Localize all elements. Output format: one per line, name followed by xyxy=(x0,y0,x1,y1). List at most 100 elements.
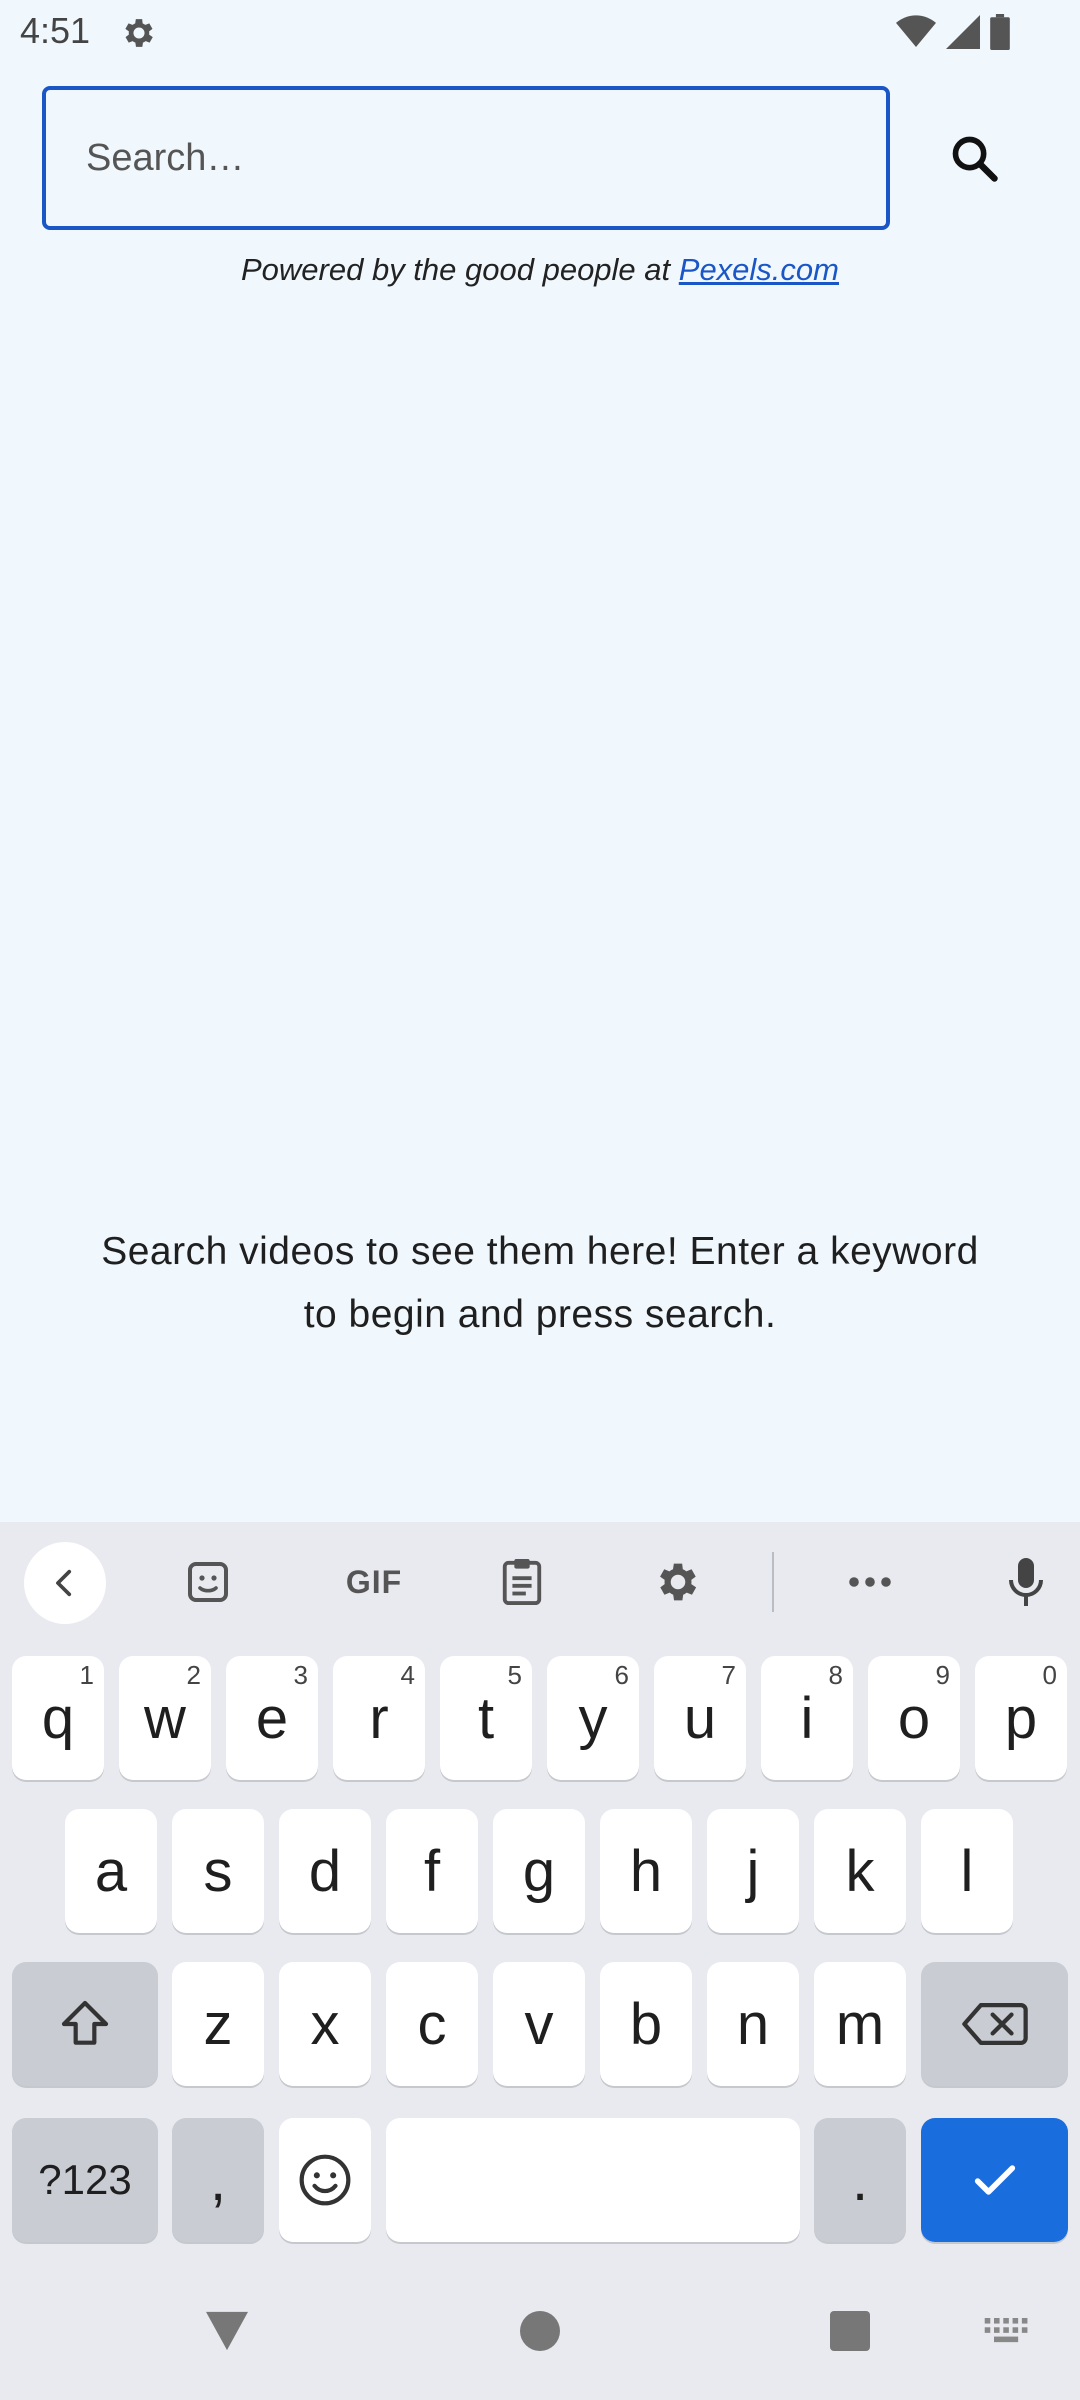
keyboard-back-button[interactable] xyxy=(24,1542,106,1624)
key-s[interactable]: s xyxy=(172,1809,264,1933)
key-label: r xyxy=(369,1685,389,1751)
mic-icon xyxy=(1009,1558,1043,1606)
emoji-icon xyxy=(299,2154,351,2206)
sticker-button[interactable] xyxy=(168,1542,248,1622)
key-label: s xyxy=(203,1838,233,1904)
key-j[interactable]: j xyxy=(707,1809,799,1933)
clipboard-button[interactable] xyxy=(482,1542,562,1622)
enter-key[interactable] xyxy=(921,2118,1068,2242)
key-label: z xyxy=(203,1991,233,2057)
emoji-key[interactable] xyxy=(279,2118,371,2242)
key-hint: 8 xyxy=(828,1660,843,1690)
key-label: m xyxy=(835,1991,885,2057)
key-n[interactable]: n xyxy=(707,1962,799,2086)
key-label: v xyxy=(524,1991,554,2057)
key-label: q xyxy=(41,1685,75,1751)
key-q[interactable]: q1 xyxy=(12,1656,104,1780)
search-icon xyxy=(952,136,998,182)
keyboard-switch-icon[interactable] xyxy=(984,2318,1030,2344)
key-c[interactable]: c xyxy=(386,1962,478,2086)
keyboard-settings-button[interactable] xyxy=(638,1542,718,1622)
key-label: ?123 xyxy=(38,2156,132,2203)
status-time: 4:51 xyxy=(20,10,91,51)
key-b[interactable]: b xyxy=(600,1962,692,2086)
key-label: t xyxy=(477,1685,495,1751)
empty-state-line-1: Search videos to see them here! Enter a … xyxy=(101,1230,979,1273)
key-h[interactable]: h xyxy=(600,1809,692,1933)
key-label: h xyxy=(629,1838,663,1904)
key-d[interactable]: d xyxy=(279,1809,371,1933)
key-x[interactable]: x xyxy=(279,1962,371,2086)
key-hint: 9 xyxy=(935,1660,950,1690)
keyboard-toolbar: GIF xyxy=(0,1522,1080,1638)
key-y[interactable]: y6 xyxy=(547,1656,639,1780)
chevron-left-icon xyxy=(56,1569,72,1597)
key-i[interactable]: i8 xyxy=(761,1656,853,1780)
backspace-icon xyxy=(961,2003,1028,2045)
key-hint: 7 xyxy=(721,1660,736,1690)
key-a[interactable]: a xyxy=(65,1809,157,1933)
key-label: e xyxy=(255,1685,289,1751)
key-p[interactable]: p0 xyxy=(975,1656,1067,1780)
navigation-bar xyxy=(0,2270,1080,2400)
key-label: w xyxy=(144,1685,186,1751)
key-o[interactable]: o9 xyxy=(868,1656,960,1780)
symbols-key[interactable]: ?123 xyxy=(12,2118,158,2242)
gif-button[interactable]: GIF xyxy=(324,1542,424,1622)
key-label: j xyxy=(746,1838,760,1904)
key-label: , xyxy=(209,2147,227,2213)
toolbar-divider xyxy=(772,1552,774,1612)
clipboard-icon xyxy=(502,1559,542,1605)
key-label: g xyxy=(522,1838,556,1904)
key-f[interactable]: f xyxy=(386,1809,478,1933)
wifi-icon xyxy=(896,15,936,48)
key-label: l xyxy=(960,1838,974,1904)
key-u[interactable]: u7 xyxy=(654,1656,746,1780)
key-m[interactable]: m xyxy=(814,1962,906,2086)
key-label: a xyxy=(94,1838,128,1904)
search-button[interactable] xyxy=(940,124,1010,194)
key-label: x xyxy=(310,1991,340,2057)
key-k[interactable]: k xyxy=(814,1809,906,1933)
attribution-prefix: Powered by the good people at xyxy=(240,252,679,287)
key-z[interactable]: z xyxy=(172,1962,264,2086)
search-field[interactable] xyxy=(42,86,890,230)
backspace-key[interactable] xyxy=(921,1962,1068,2086)
back-triangle-icon[interactable] xyxy=(204,2310,250,2352)
soft-keyboard: GIF q 1 w 2 e 3 r 4 t 5 y 6 u 7 i 8 o 9 … xyxy=(0,1522,1080,2400)
shift-key[interactable] xyxy=(12,1962,158,2086)
gif-label: GIF xyxy=(345,1563,403,1600)
more-button[interactable] xyxy=(830,1542,910,1622)
comma-key[interactable]: , xyxy=(172,2118,264,2242)
check-icon xyxy=(974,2165,1015,2195)
key-label: c xyxy=(417,1991,447,2057)
key-label: k xyxy=(845,1838,875,1904)
key-hint: 5 xyxy=(507,1660,522,1690)
key-g[interactable]: g xyxy=(493,1809,585,1933)
battery-icon xyxy=(990,14,1010,50)
key-v[interactable]: v xyxy=(493,1962,585,2086)
space-key[interactable] xyxy=(386,2118,800,2242)
key-label: . xyxy=(851,2147,869,2213)
key-label: i xyxy=(800,1685,814,1751)
key-label: f xyxy=(423,1838,441,1904)
pexels-link[interactable]: Pexels.com xyxy=(679,252,839,287)
key-t[interactable]: t5 xyxy=(440,1656,532,1780)
key-label: p xyxy=(1004,1685,1038,1751)
key-w[interactable]: w2 xyxy=(119,1656,211,1780)
key-label: b xyxy=(629,1991,663,2057)
key-hint: 1 xyxy=(79,1660,94,1690)
key-hint: 0 xyxy=(1042,1660,1057,1690)
search-input[interactable] xyxy=(86,136,866,180)
period-key[interactable]: . xyxy=(814,2118,906,2242)
recents-square-icon[interactable] xyxy=(830,2311,870,2351)
key-r[interactable]: r4 xyxy=(333,1656,425,1780)
attribution-text: Powered by the good people at Pexels.com xyxy=(0,252,1080,288)
signal-icon xyxy=(946,15,980,49)
key-l[interactable]: l xyxy=(921,1809,1013,1933)
home-circle-icon[interactable] xyxy=(520,2311,560,2351)
voice-input-button[interactable] xyxy=(986,1542,1066,1622)
key-e[interactable]: e3 xyxy=(226,1656,318,1780)
shift-icon xyxy=(61,2000,109,2045)
gear-icon xyxy=(125,19,153,47)
